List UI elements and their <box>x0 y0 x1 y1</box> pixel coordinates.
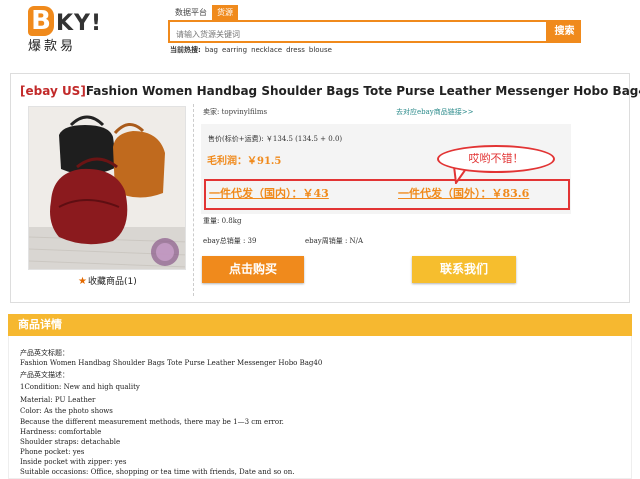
favorite-label: 收藏商品(1) <box>87 277 137 287</box>
hot-search-term[interactable]: earring <box>222 45 247 55</box>
logo-suffix: KY! <box>56 11 103 36</box>
source-tag: [ebay US] <box>20 84 86 98</box>
detail-line: 1Condition: New and high quality <box>20 383 140 391</box>
dropship-overseas-link[interactable]: 一件代发（国外）：￥83.6 <box>398 187 529 200</box>
seller-label: 卖家: topvinylfilms <box>203 108 268 116</box>
search-tabs: 数据平台 货源 <box>170 5 238 20</box>
gross-profit: 毛利润：￥91.5 <box>207 156 282 167</box>
callout-bubble: 哎哟不错！ <box>437 145 555 173</box>
detail-line: Phone pocket: yes <box>20 448 85 456</box>
detail-line: 产品英文描述： <box>20 371 69 379</box>
dropship-domestic-link[interactable]: 一件代发（国内）：￥43 <box>209 187 329 200</box>
hot-search-term[interactable]: blouse <box>309 45 332 55</box>
contact-us-button[interactable]: 联系我们 <box>412 256 516 283</box>
weight-label: 重量: 0.8kg <box>203 217 242 225</box>
detail-line: Material: PU Leather <box>20 396 96 404</box>
ebay-link[interactable]: 去对应ebay商品链接>> <box>396 108 473 117</box>
tab-supply[interactable]: 货源 <box>212 5 238 20</box>
detail-line: Color: As the photo shows <box>20 407 113 415</box>
hot-search-term[interactable]: necklace <box>251 45 282 55</box>
detail-line: Shoulder straps: detachable <box>20 438 121 446</box>
detail-line: Inside pocket with zipper: yes <box>20 458 127 466</box>
favorite-button[interactable]: ★ 收藏商品(1) <box>78 276 137 288</box>
detail-line: Fashion Women Handbag Shoulder Bags Tote… <box>20 359 323 367</box>
detail-line: Because the different measurement method… <box>20 418 284 426</box>
hot-search-term[interactable]: bag <box>205 45 218 55</box>
hot-searches: 当前热搜: bag earring necklace dress blouse <box>170 45 332 55</box>
total-sales-label: ebay总销量 : 39 <box>203 237 257 245</box>
details-header: 商品详情 <box>8 314 632 336</box>
bky-logo[interactable]: B KY! 爆款易 <box>24 4 104 56</box>
price-line: 售价(标价+运费): ￥134.5 (134.5 + 0.0) <box>208 135 343 143</box>
handbag-photo <box>29 107 185 269</box>
product-title: [ebay US]Fashion Women Handbag Shoulder … <box>20 83 640 99</box>
star-icon: ★ <box>78 276 87 287</box>
tab-data-platform[interactable]: 数据平台 <box>170 5 212 20</box>
product-title-text: Fashion Women Handbag Shoulder Bags Tote… <box>85 84 640 98</box>
detail-line: 产品英文标题： <box>20 349 69 357</box>
detail-line: Suitable occasions: Office, shopping or … <box>20 468 295 476</box>
hot-search-term[interactable]: dress <box>286 45 305 55</box>
logo-letter: B <box>28 6 54 36</box>
search-input[interactable] <box>170 25 546 44</box>
search-box <box>168 20 548 44</box>
detail-line: Hardness: comfortable <box>20 428 102 436</box>
hot-search-label: 当前热搜: <box>170 46 201 54</box>
logo-name: 爆款易 <box>28 39 77 54</box>
search-button[interactable]: 搜索 <box>548 20 581 43</box>
divider <box>193 104 194 296</box>
buy-button[interactable]: 点击购买 <box>202 256 304 283</box>
weekly-sales-label: ebay周销量 : N/A <box>305 237 364 245</box>
product-image[interactable] <box>28 106 186 270</box>
